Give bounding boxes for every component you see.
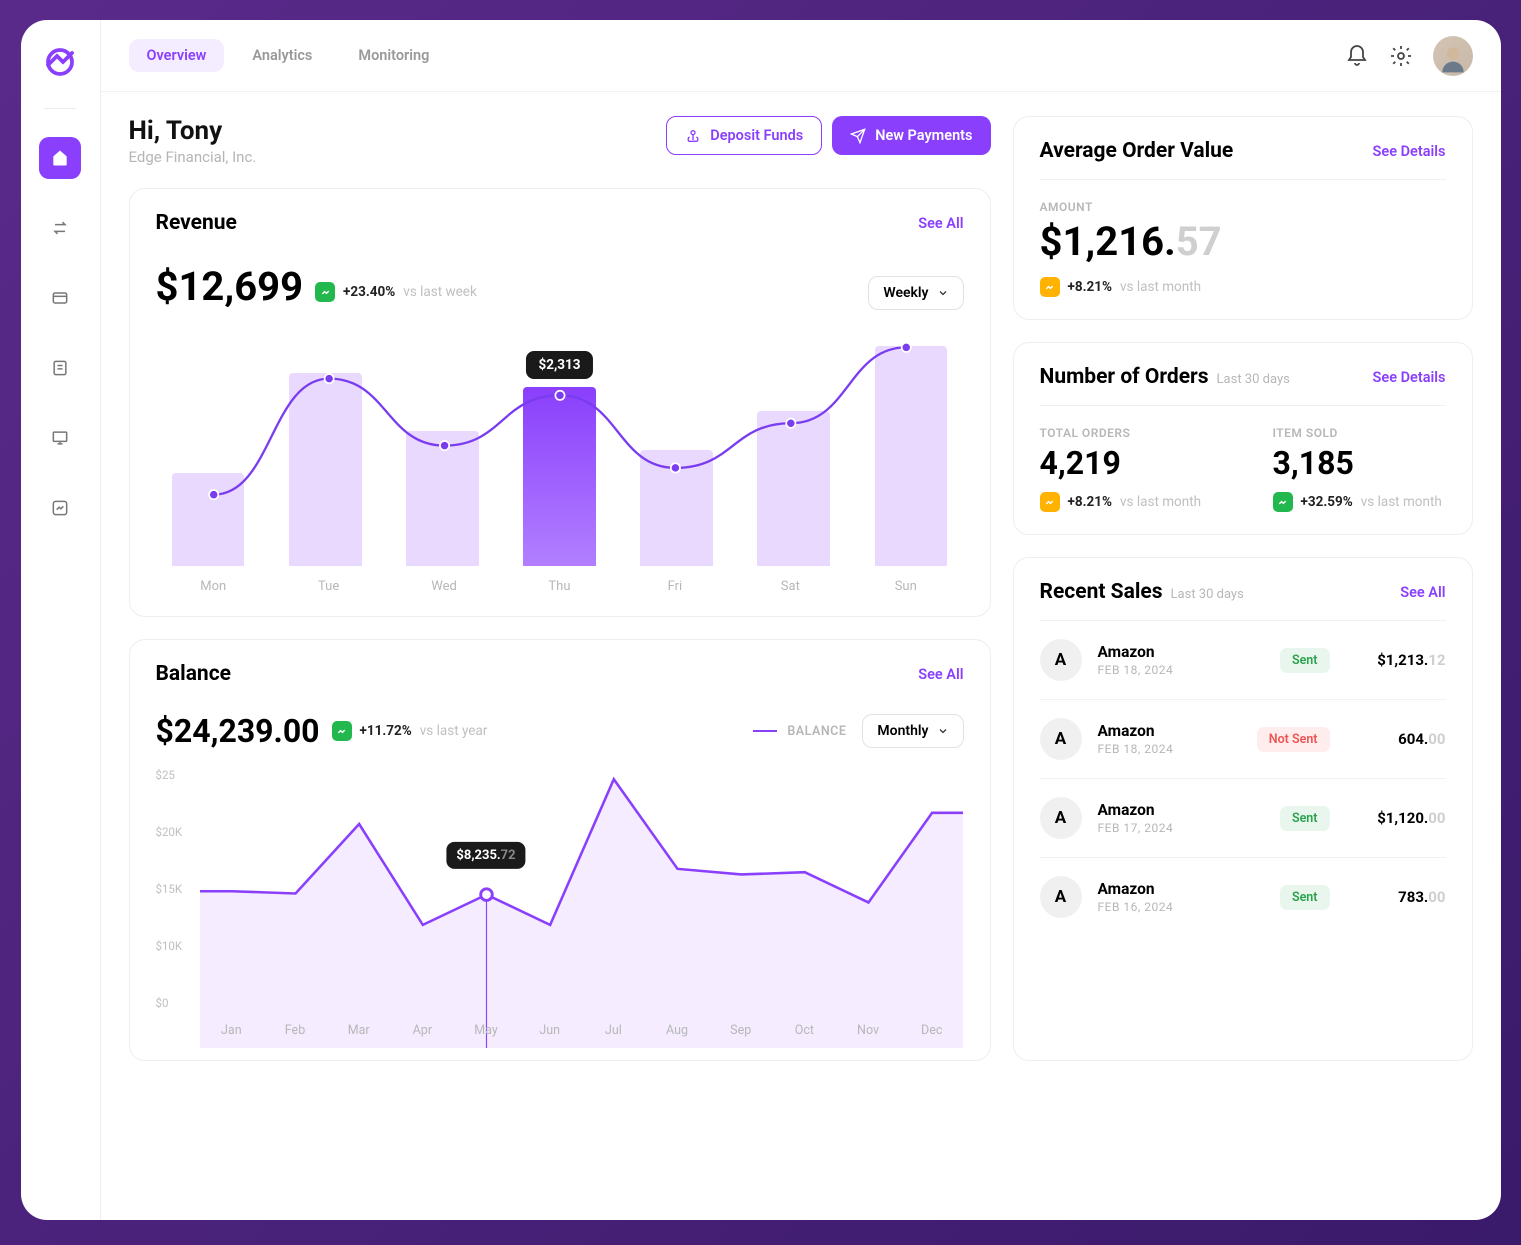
sale-name: Amazon bbox=[1098, 722, 1174, 740]
balance-delta-sub: vs last year bbox=[420, 723, 488, 739]
balance-legend: BALANCE bbox=[753, 724, 846, 739]
trend-up-icon bbox=[315, 282, 335, 302]
revenue-delta-sub: vs last week bbox=[403, 284, 477, 300]
sale-status: Not Sent bbox=[1257, 727, 1330, 752]
balance-card: Balance See All $24,239.00 +11.72% vs la… bbox=[129, 639, 991, 1061]
sale-row[interactable]: A Amazon FEB 17, 2024 Sent $1,120.00 bbox=[1040, 779, 1446, 858]
chevron-down-icon bbox=[937, 725, 949, 737]
greeting-title: Hi, Tony bbox=[129, 116, 257, 146]
tab-overview[interactable]: Overview bbox=[129, 39, 225, 72]
trend-up-icon bbox=[1273, 492, 1293, 512]
deposit-funds-button[interactable]: Deposit Funds bbox=[666, 116, 822, 155]
balance-period-select[interactable]: Monthly bbox=[862, 714, 963, 748]
items-sold-value: 3,185 bbox=[1273, 444, 1446, 482]
sale-date: FEB 18, 2024 bbox=[1098, 742, 1174, 756]
revenue-value: $12,699 bbox=[156, 263, 304, 310]
sales-list: A Amazon FEB 18, 2024 Sent $1,213.12 A A… bbox=[1040, 621, 1446, 936]
aov-title: Average Order Value bbox=[1040, 139, 1234, 163]
logo bbox=[42, 44, 78, 80]
orders-see-details[interactable]: See Details bbox=[1373, 369, 1446, 386]
balance-chart: $25$20K$15K$10K$0 JanFebMarAprMayJunJulA… bbox=[156, 768, 964, 1038]
revenue-see-all[interactable]: See All bbox=[918, 215, 963, 232]
aov-see-details[interactable]: See Details bbox=[1373, 143, 1446, 160]
total-orders-value: 4,219 bbox=[1040, 444, 1213, 482]
sale-date: FEB 16, 2024 bbox=[1098, 900, 1174, 914]
total-orders-label: TOTAL ORDERS bbox=[1040, 426, 1213, 440]
revenue-period-select[interactable]: Weekly bbox=[868, 276, 963, 310]
aov-delta: +8.21% bbox=[1068, 279, 1113, 295]
sale-status: Sent bbox=[1280, 885, 1330, 910]
topbar: Overview Analytics Monitoring bbox=[101, 20, 1501, 92]
sale-name: Amazon bbox=[1098, 801, 1174, 819]
sale-amount: $1,120.00 bbox=[1346, 809, 1446, 827]
orders-card: Number of OrdersLast 30 days See Details… bbox=[1013, 342, 1473, 535]
nav-divider bbox=[44, 108, 76, 109]
sale-row[interactable]: A Amazon FEB 18, 2024 Not Sent 604.00 bbox=[1040, 700, 1446, 779]
tab-monitoring[interactable]: Monitoring bbox=[340, 39, 447, 72]
total-orders-delta: +8.21% bbox=[1068, 494, 1113, 510]
sale-name: Amazon bbox=[1098, 643, 1174, 661]
nav-home[interactable] bbox=[39, 137, 81, 179]
items-sold-label: ITEM SOLD bbox=[1273, 426, 1446, 440]
balance-value: $24,239.00 bbox=[156, 712, 320, 750]
balance-delta: +11.72% bbox=[360, 723, 412, 739]
aov-label: AMOUNT bbox=[1040, 200, 1446, 214]
aov-card: Average Order Value See Details AMOUNT $… bbox=[1013, 116, 1473, 320]
recent-sales-title: Recent SalesLast 30 days bbox=[1040, 580, 1244, 604]
recent-sales-card: Recent SalesLast 30 days See All A Amazo… bbox=[1013, 557, 1473, 1061]
nav-analytics[interactable] bbox=[39, 487, 81, 529]
items-sold-delta: +32.59% bbox=[1301, 494, 1353, 510]
revenue-title: Revenue bbox=[156, 211, 237, 235]
balance-tooltip: $8,235.72 bbox=[446, 842, 525, 869]
sale-row[interactable]: A Amazon FEB 16, 2024 Sent 783.00 bbox=[1040, 858, 1446, 936]
sale-name: Amazon bbox=[1098, 880, 1174, 898]
sale-avatar: A bbox=[1040, 718, 1082, 760]
aov-value: $1,216.57 bbox=[1040, 218, 1446, 265]
sale-row[interactable]: A Amazon FEB 18, 2024 Sent $1,213.12 bbox=[1040, 621, 1446, 700]
sale-amount: 604.00 bbox=[1346, 730, 1446, 748]
aov-delta-sub: vs last month bbox=[1120, 279, 1201, 295]
orders-title: Number of OrdersLast 30 days bbox=[1040, 365, 1290, 389]
trend-warning-icon bbox=[1040, 277, 1060, 297]
balance-see-all[interactable]: See All bbox=[918, 666, 963, 683]
page-header: Hi, Tony Edge Financial, Inc. Deposit Fu… bbox=[129, 116, 991, 166]
tabs: Overview Analytics Monitoring bbox=[129, 39, 448, 72]
nav-presentations[interactable] bbox=[39, 417, 81, 459]
nav-cards[interactable] bbox=[39, 277, 81, 319]
revenue-tooltip: $2,313 bbox=[526, 351, 592, 379]
sale-date: FEB 18, 2024 bbox=[1098, 663, 1174, 677]
avatar[interactable] bbox=[1433, 36, 1473, 76]
nav-receipts[interactable] bbox=[39, 347, 81, 389]
recent-sales-see-all[interactable]: See All bbox=[1400, 584, 1445, 601]
tab-analytics[interactable]: Analytics bbox=[234, 39, 330, 72]
sale-amount: $1,213.12 bbox=[1346, 651, 1446, 669]
balance-title: Balance bbox=[156, 662, 232, 686]
new-payments-button[interactable]: New Payments bbox=[832, 116, 990, 155]
sale-status: Sent bbox=[1280, 648, 1330, 673]
revenue-chart: $2,313 MonTueWedThuFriSatSun bbox=[156, 334, 964, 594]
sale-status: Sent bbox=[1280, 806, 1330, 831]
sale-amount: 783.00 bbox=[1346, 888, 1446, 906]
revenue-card: Revenue See All $12,699 +23.40% vs last … bbox=[129, 188, 991, 617]
nav-transfers[interactable] bbox=[39, 207, 81, 249]
settings-icon[interactable] bbox=[1389, 44, 1413, 68]
trend-warning-icon bbox=[1040, 492, 1060, 512]
sale-avatar: A bbox=[1040, 639, 1082, 681]
sale-date: FEB 17, 2024 bbox=[1098, 821, 1174, 835]
sale-avatar: A bbox=[1040, 876, 1082, 918]
sidebar bbox=[21, 20, 101, 1220]
greeting-subtitle: Edge Financial, Inc. bbox=[129, 148, 257, 166]
revenue-delta: +23.40% bbox=[343, 284, 395, 300]
chevron-down-icon bbox=[937, 287, 949, 299]
trend-up-icon bbox=[332, 721, 352, 741]
sale-avatar: A bbox=[1040, 797, 1082, 839]
notifications-icon[interactable] bbox=[1345, 44, 1369, 68]
